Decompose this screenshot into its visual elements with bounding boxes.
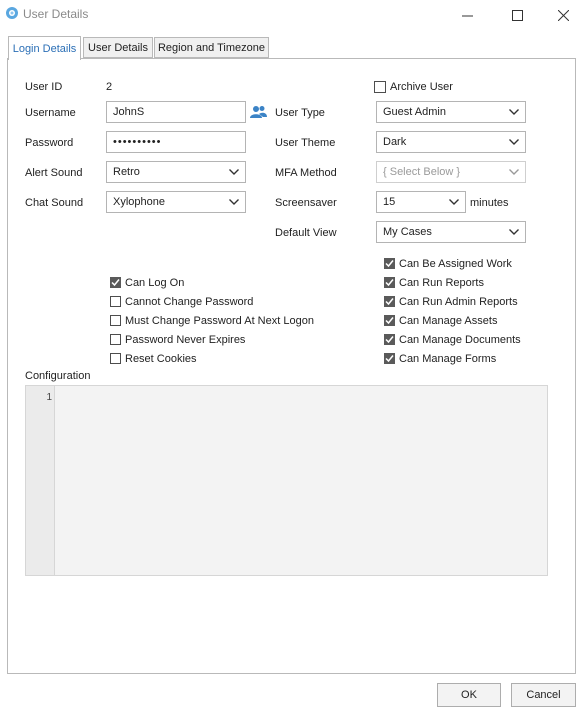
checkbox-box[interactable]: [384, 315, 395, 326]
password-label: Password: [25, 137, 74, 149]
screensaver-unit: minutes: [470, 197, 509, 209]
default-view-label: Default View: [275, 227, 337, 239]
can-manage-documents-checkbox[interactable]: Can Manage Documents: [384, 330, 521, 349]
tab-login-details[interactable]: Login Details: [8, 36, 81, 60]
default-view-select[interactable]: My Cases: [376, 221, 526, 243]
archive-user-checkbox[interactable]: Archive User: [374, 81, 453, 93]
alert-sound-label: Alert Sound: [25, 167, 83, 179]
checkbox-label: Can Manage Documents: [399, 333, 521, 346]
can-manage-forms-checkbox[interactable]: Can Manage Forms: [384, 349, 521, 368]
close-button[interactable]: [540, 0, 583, 30]
user-type-select[interactable]: Guest Admin: [376, 101, 526, 123]
checkbox-label: Can Be Assigned Work: [399, 257, 512, 270]
chat-sound-label: Chat Sound: [25, 197, 84, 209]
line-number: 1: [46, 392, 52, 403]
configuration-label: Configuration: [25, 370, 91, 382]
chevron-down-icon: [229, 199, 239, 205]
line-number-gutter: [26, 386, 55, 575]
checkbox-box[interactable]: [110, 334, 121, 345]
can-be-assigned-work-checkbox[interactable]: Can Be Assigned Work: [384, 254, 521, 273]
checkbox-box[interactable]: [384, 353, 395, 364]
screensaver-select[interactable]: 15: [376, 191, 466, 213]
chevron-down-icon: [449, 199, 459, 205]
user-type-value: Guest Admin: [383, 106, 446, 118]
must-change-password-checkbox[interactable]: Must Change Password At Next Logon: [110, 311, 314, 330]
check-icon: [385, 298, 394, 306]
checkbox-label: Can Manage Assets: [399, 314, 498, 327]
check-icon: [385, 336, 394, 344]
app-icon: [6, 7, 18, 19]
cancel-button[interactable]: Cancel: [511, 683, 576, 707]
screensaver-value: 15: [383, 196, 396, 208]
user-type-label: User Type: [275, 107, 325, 119]
mfa-method-select[interactable]: { Select Below }: [376, 161, 526, 183]
chat-sound-select[interactable]: Xylophone: [106, 191, 246, 213]
checkbox-label: Reset Cookies: [125, 352, 197, 365]
window-title: User Details: [23, 7, 89, 21]
checkbox-box[interactable]: [384, 334, 395, 345]
close-icon: [557, 9, 569, 21]
checkbox-label: Can Manage Forms: [399, 352, 497, 365]
chevron-down-icon: [509, 169, 519, 175]
username-input[interactable]: JohnS: [106, 101, 246, 123]
checkbox-label: Cannot Change Password: [125, 295, 254, 308]
configuration-editor[interactable]: [25, 385, 548, 576]
checkbox-label: Can Run Admin Reports: [399, 295, 518, 308]
checkbox-label: Must Change Password At Next Logon: [125, 314, 314, 327]
chevron-down-icon: [509, 139, 519, 145]
checkbox-box[interactable]: [110, 353, 121, 364]
checkbox-box[interactable]: [374, 81, 386, 93]
username-label: Username: [25, 107, 76, 119]
permission-checkboxes-left: Can Log On Cannot Change Password Must C…: [110, 273, 314, 368]
checkbox-box[interactable]: [384, 277, 395, 288]
chevron-down-icon: [229, 169, 239, 175]
check-icon: [111, 279, 120, 287]
can-run-reports-checkbox[interactable]: Can Run Reports: [384, 273, 521, 292]
ok-button[interactable]: OK: [437, 683, 501, 707]
checkbox-label: Password Never Expires: [125, 333, 246, 346]
checkbox-box[interactable]: [110, 315, 121, 326]
minimize-button[interactable]: [444, 0, 490, 30]
checkbox-box[interactable]: [110, 277, 121, 288]
maximize-icon: [511, 9, 523, 21]
minimize-icon: [461, 15, 473, 16]
mfa-method-label: MFA Method: [275, 167, 337, 179]
checkbox-box[interactable]: [384, 296, 395, 307]
checkbox-label: Can Run Reports: [399, 276, 484, 289]
can-log-on-checkbox[interactable]: Can Log On: [110, 273, 314, 292]
archive-user-label: Archive User: [390, 81, 453, 93]
chevron-down-icon: [509, 229, 519, 235]
checkbox-box[interactable]: [110, 296, 121, 307]
screensaver-label: Screensaver: [275, 197, 337, 209]
password-never-expires-checkbox[interactable]: Password Never Expires: [110, 330, 314, 349]
user-id-value: 2: [106, 81, 113, 93]
can-manage-assets-checkbox[interactable]: Can Manage Assets: [384, 311, 521, 330]
chat-sound-value: Xylophone: [113, 196, 165, 208]
check-icon: [385, 355, 394, 363]
alert-sound-select[interactable]: Retro: [106, 161, 246, 183]
check-icon: [385, 317, 394, 325]
check-icon: [385, 260, 394, 268]
reset-cookies-checkbox[interactable]: Reset Cookies: [110, 349, 314, 368]
mfa-method-value: { Select Below }: [383, 166, 461, 178]
chevron-down-icon: [509, 109, 519, 115]
user-theme-label: User Theme: [275, 137, 336, 149]
user-id-label: User ID: [25, 81, 63, 93]
user-theme-value: Dark: [383, 136, 407, 148]
users-icon[interactable]: [250, 105, 267, 119]
maximize-button[interactable]: [494, 0, 540, 30]
user-theme-select[interactable]: Dark: [376, 131, 526, 153]
password-input[interactable]: ••••••••••: [106, 131, 246, 153]
tab-region-and-timezone[interactable]: Region and Timezone: [154, 37, 269, 58]
default-view-value: My Cases: [383, 226, 432, 238]
cannot-change-password-checkbox[interactable]: Cannot Change Password: [110, 292, 314, 311]
tab-user-details[interactable]: User Details: [83, 37, 153, 58]
can-run-admin-reports-checkbox[interactable]: Can Run Admin Reports: [384, 292, 521, 311]
alert-sound-value: Retro: [113, 166, 140, 178]
check-icon: [385, 279, 394, 287]
checkbox-box[interactable]: [384, 258, 395, 269]
checkbox-label: Can Log On: [125, 276, 185, 289]
permission-checkboxes-right: Can Be Assigned Work Can Run Reports Can…: [384, 254, 521, 368]
